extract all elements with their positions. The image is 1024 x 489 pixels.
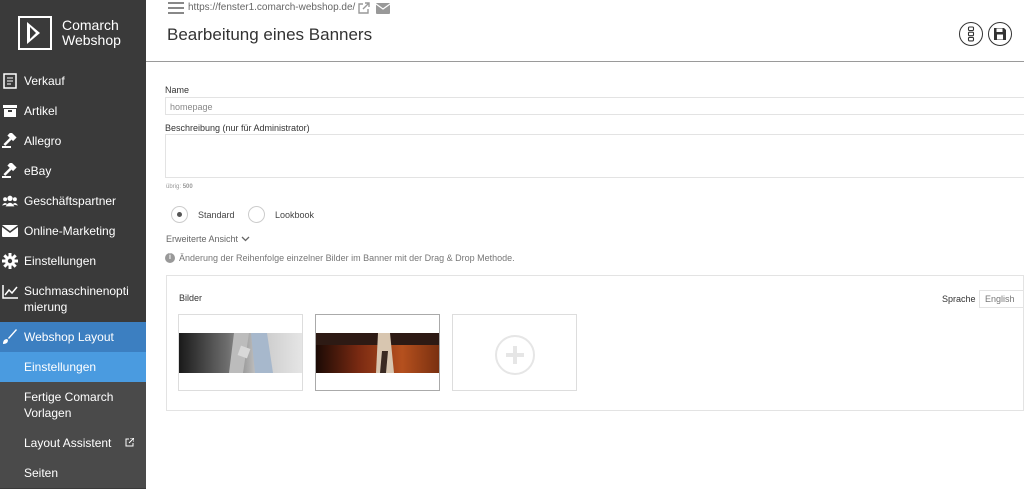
- sidebar-item-seo[interactable]: Suchmaschinenoptimierung: [0, 276, 146, 322]
- sidebar-item-artikel[interactable]: Artikel: [0, 96, 146, 126]
- name-input[interactable]: homepage: [165, 97, 1024, 115]
- sidebar-item-label: Suchmaschinenoptimierung: [24, 284, 129, 314]
- external-link-icon: [125, 436, 135, 450]
- sidebar-subitem-label: Einstellungen: [24, 360, 97, 374]
- logo-text-line2: Webshop: [62, 32, 121, 48]
- radio-lookbook[interactable]: [248, 206, 265, 223]
- sidebar-item-online-marketing[interactable]: Online-Marketing: [0, 216, 146, 246]
- sidebar-item-geschaeftspartner[interactable]: Geschäftspartner: [0, 186, 146, 216]
- name-label: Name: [165, 85, 190, 95]
- language-label: Sprache: [942, 294, 976, 304]
- chart-line-icon: [2, 284, 18, 300]
- add-image-button[interactable]: [452, 314, 577, 391]
- advanced-view-label: Erweiterte Ansicht: [166, 234, 239, 244]
- sidebar-item-label: Artikel: [24, 104, 58, 118]
- radio-standard-label[interactable]: Standard: [198, 210, 235, 220]
- sidebar-subitem-label: Fertige Comarch Vorlagen: [24, 390, 114, 420]
- box-icon: [2, 103, 18, 119]
- sidebar: Comarch Webshop Verkauf Artikel Allegro …: [0, 0, 146, 489]
- more-options-button[interactable]: [959, 22, 983, 46]
- sidebar-item-ebay[interactable]: eBay: [0, 156, 146, 186]
- save-icon: [994, 28, 1006, 40]
- save-button[interactable]: [988, 22, 1012, 46]
- receipt-icon: [2, 73, 18, 89]
- language-select[interactable]: English: [979, 290, 1024, 308]
- external-link-icon[interactable]: [358, 1, 370, 19]
- header: https://fenster1.comarch-webshop.de/ Bea…: [146, 0, 1024, 62]
- info-icon: i: [165, 253, 175, 263]
- brush-icon: [2, 329, 18, 345]
- language-value: English: [985, 294, 1015, 304]
- banner-image-tile[interactable]: [315, 314, 440, 391]
- logo-text-line1: Comarch: [62, 17, 119, 33]
- shop-url[interactable]: https://fenster1.comarch-webshop.de/: [188, 2, 355, 13]
- advanced-view-toggle[interactable]: Erweiterte Ansicht: [166, 234, 250, 244]
- sidebar-subitem-layout-assistent[interactable]: Layout Assistent: [0, 428, 146, 458]
- remaining-value: 500: [182, 184, 193, 190]
- sidebar-item-label: Webshop Layout: [24, 330, 114, 344]
- info-text: Änderung der Reihenfolge einzelner Bilde…: [179, 253, 515, 263]
- chevron-down-icon: [241, 236, 250, 242]
- logo-icon: [18, 16, 52, 50]
- sidebar-nav: Verkauf Artikel Allegro eBay Geschäftspa…: [0, 66, 146, 488]
- sidebar-subitem-seiten[interactable]: Seiten: [0, 458, 146, 488]
- info-message: i Änderung der Reihenfolge einzelner Bil…: [165, 253, 515, 263]
- banner-image-thumbnail: [316, 333, 439, 373]
- banner-image-tile[interactable]: [178, 314, 303, 391]
- sidebar-item-label: Online-Marketing: [24, 224, 116, 238]
- envelope-icon[interactable]: [375, 1, 391, 19]
- sidebar-item-label: Allegro: [24, 134, 62, 148]
- sidebar-item-webshop-layout[interactable]: Webshop Layout: [0, 322, 146, 352]
- sidebar-subitem-fertige-vorlagen[interactable]: Fertige Comarch Vorlagen: [0, 382, 146, 428]
- hamburger-icon[interactable]: [168, 2, 184, 14]
- remaining-characters: übrig: 500: [166, 184, 193, 190]
- gavel-icon: [2, 163, 18, 179]
- description-label: Beschreibung (nur für Administrator): [165, 123, 310, 133]
- envelope-icon: [2, 223, 18, 239]
- radio-standard[interactable]: [171, 206, 188, 223]
- sidebar-subitem-einstellungen[interactable]: Einstellungen: [0, 352, 146, 382]
- dots-vertical-icon: [967, 26, 975, 42]
- page-title: Bearbeitung eines Banners: [167, 25, 373, 44]
- users-icon: [2, 193, 18, 209]
- images-panel: Bilder Sprache English: [166, 275, 1024, 411]
- plus-circle-icon: [495, 335, 535, 375]
- gavel-icon: [2, 133, 18, 149]
- description-textarea[interactable]: [165, 134, 1024, 178]
- banner-image-thumbnail: [179, 333, 302, 373]
- sidebar-item-label: Verkauf: [24, 74, 65, 88]
- logo[interactable]: Comarch Webshop: [18, 14, 143, 54]
- sidebar-subitem-label: Layout Assistent: [24, 436, 112, 450]
- remaining-label: übrig:: [166, 184, 182, 190]
- sidebar-item-label: Geschäftspartner: [24, 194, 117, 208]
- sidebar-subitem-label: Seiten: [24, 466, 59, 480]
- sidebar-item-label: eBay: [24, 164, 52, 178]
- images-title: Bilder: [179, 293, 203, 303]
- gear-icon: [2, 253, 18, 269]
- sidebar-item-verkauf[interactable]: Verkauf: [0, 66, 146, 96]
- sidebar-item-allegro[interactable]: Allegro: [0, 126, 146, 156]
- sidebar-item-label: Einstellungen: [24, 254, 97, 268]
- radio-lookbook-label[interactable]: Lookbook: [275, 210, 314, 220]
- sidebar-item-einstellungen[interactable]: Einstellungen: [0, 246, 146, 276]
